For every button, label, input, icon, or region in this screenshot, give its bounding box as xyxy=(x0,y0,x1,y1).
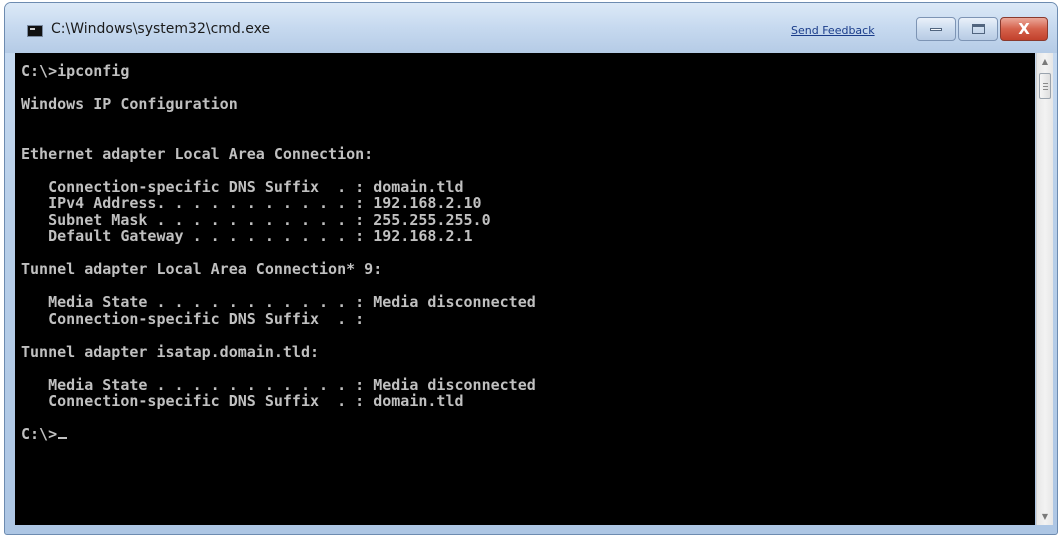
console-line: Tunnel adapter Local Area Connection* 9: xyxy=(21,260,383,278)
cmd-window: C:\Windows\system32\cmd.exe Send Feedbac… xyxy=(4,2,1058,535)
send-feedback-link[interactable]: Send Feedback xyxy=(791,24,875,37)
console-line: Tunnel adapter isatap.domain.tld: xyxy=(21,342,320,361)
window-title: C:\Windows\system32\cmd.exe xyxy=(51,21,271,37)
console-icon[interactable] xyxy=(27,25,43,37)
console-line: Default Gateway . . . . . . . . . : 192.… xyxy=(21,227,473,245)
console-line: Subnet Mask . . . . . . . . . . . : 255.… xyxy=(21,210,491,229)
console-line: Media State . . . . . . . . . . . : Medi… xyxy=(21,293,536,311)
grip-line xyxy=(1043,89,1048,90)
console-line: Windows IP Configuration xyxy=(21,95,238,113)
scrollbar-thumb[interactable] xyxy=(1039,73,1051,99)
console-text: C:\>ipconfig Windows IP Configuration Et… xyxy=(21,63,536,443)
console-line: IPv4 Address. . . . . . . . . . . : 192.… xyxy=(21,194,482,212)
console-line: C:\>ipconfig xyxy=(21,62,130,80)
console-output-area[interactable]: C:\>ipconfig Windows IP Configuration Et… xyxy=(15,53,1035,525)
title-bar[interactable]: C:\Windows\system32\cmd.exe Send Feedbac… xyxy=(5,3,1057,53)
minimize-button[interactable] xyxy=(916,17,956,41)
grip-line xyxy=(1043,86,1048,87)
scroll-down-icon[interactable]: ▼ xyxy=(1037,508,1053,525)
maximize-icon xyxy=(972,24,985,34)
vertical-scrollbar[interactable]: ▲ ▼ xyxy=(1036,53,1053,525)
minimize-icon xyxy=(930,28,942,31)
console-line: Media State . . . . . . . . . . . : Medi… xyxy=(21,375,536,394)
grip-line xyxy=(1043,83,1048,84)
console-line: Ethernet adapter Local Area Connection: xyxy=(21,144,374,163)
console-line: C:\> xyxy=(21,425,58,443)
console-line: Connection-specific DNS Suffix . : xyxy=(21,309,365,328)
console-line: Connection-specific DNS Suffix . : domai… xyxy=(21,392,464,410)
close-icon: X xyxy=(1018,20,1030,38)
console-line: Connection-specific DNS Suffix . : domai… xyxy=(21,177,464,196)
scroll-up-icon[interactable]: ▲ xyxy=(1037,53,1053,70)
text-cursor xyxy=(58,437,68,439)
maximize-button[interactable] xyxy=(958,17,998,41)
close-button[interactable]: X xyxy=(1000,17,1048,41)
